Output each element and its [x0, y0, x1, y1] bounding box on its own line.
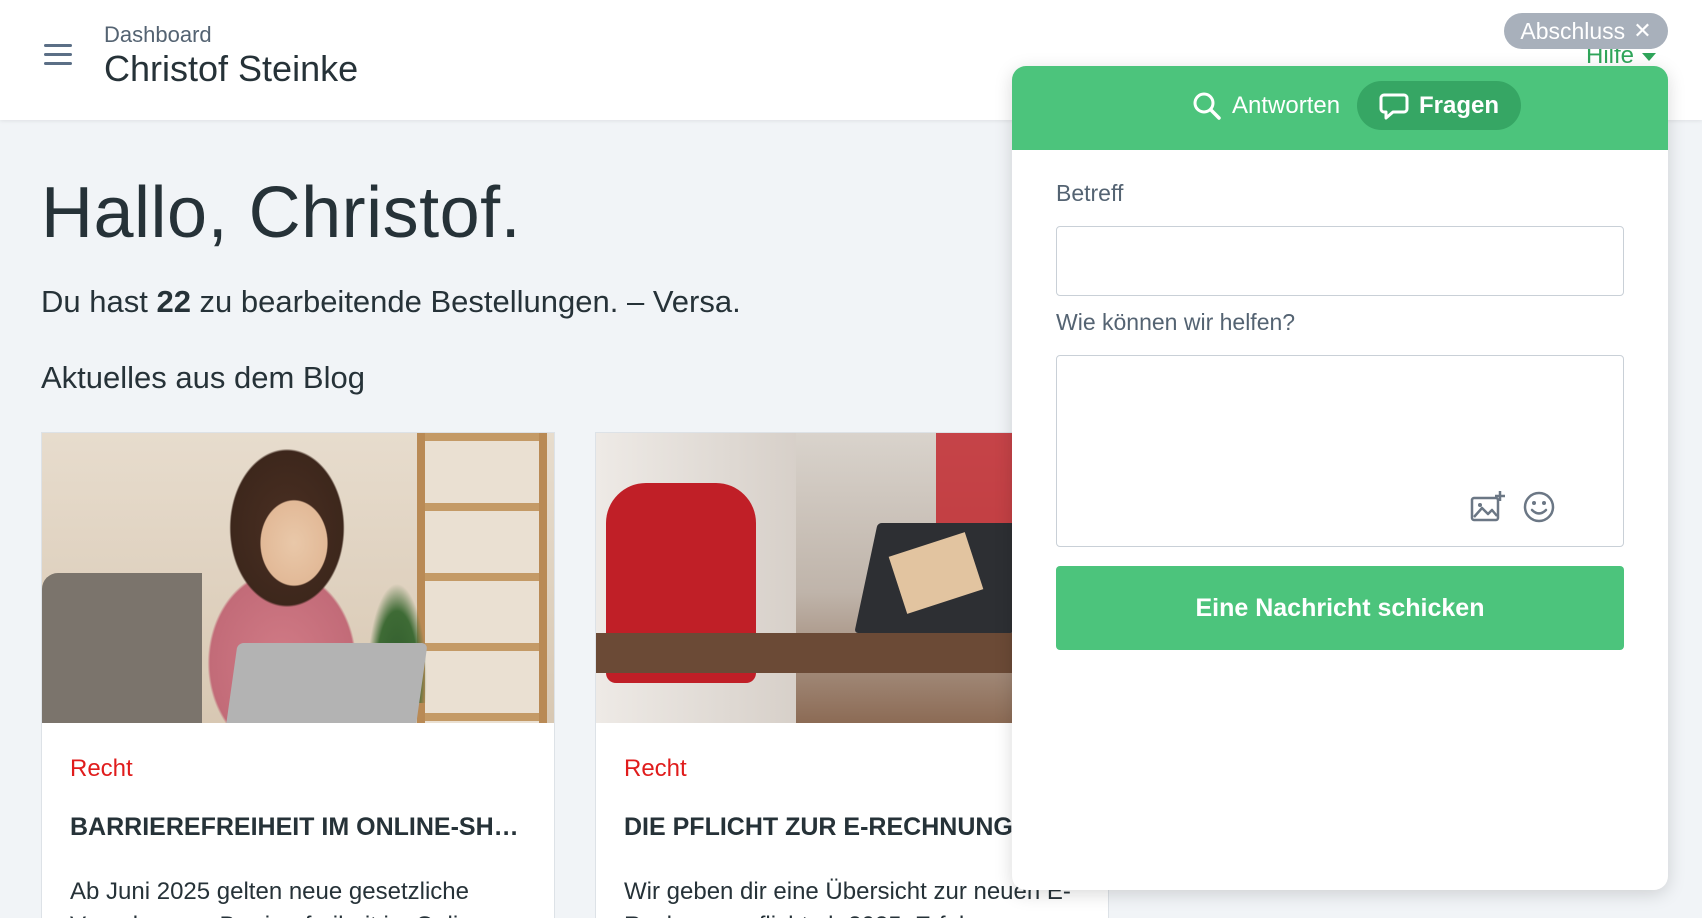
subject-input[interactable]: [1056, 226, 1624, 296]
tab-questions-label: Fragen: [1419, 91, 1500, 119]
close-button[interactable]: Abschluss ✕: [1504, 13, 1668, 49]
send-message-button[interactable]: Eine Nachricht schicken: [1056, 566, 1624, 650]
tab-questions[interactable]: Fragen: [1357, 81, 1522, 130]
close-icon: ✕: [1633, 18, 1652, 43]
tab-answers-label: Antworten: [1232, 91, 1341, 119]
excerpt-line: Vorgaben zur Barrierefreiheit im Onlin…: [70, 909, 496, 918]
chevron-down-icon: [1642, 52, 1657, 61]
orders-suffix: zu bearbeitende Bestellungen. – Versa.: [190, 284, 741, 319]
blog-card-excerpt: Ab Juni 2025 gelten neue gesetzliche Vor…: [70, 875, 496, 918]
message-label: Wie können wir helfen?: [1056, 309, 1296, 335]
blog-card[interactable]: Recht BARRIEREFREIHEIT IM ONLINE-SH… Ab …: [41, 432, 555, 918]
orders-count: 22: [156, 284, 191, 319]
greeting: Hallo, Christof.: [41, 173, 522, 253]
orders-summary: Du hast 22 zu bearbeitende Bestellungen.…: [41, 284, 741, 320]
search-icon: [1193, 92, 1221, 120]
menu-icon[interactable]: [44, 44, 72, 66]
help-panel-header: Antworten Fragen: [1012, 66, 1668, 150]
chat-bubble-icon: [1379, 93, 1409, 119]
blog-card-title[interactable]: BARRIEREFREIHEIT IM ONLINE-SH…: [70, 813, 519, 842]
emoji-icon[interactable]: [1522, 490, 1556, 524]
blog-card-category[interactable]: Recht: [624, 755, 687, 783]
help-panel: Antworten Fragen Betreff Wie können wir …: [1012, 66, 1668, 890]
subject-label: Betreff: [1056, 180, 1124, 206]
excerpt-line: Ab Juni 2025 gelten neue gesetzliche: [70, 878, 469, 905]
excerpt-line: Wir geben dir eine Übersicht zur neuen E…: [624, 878, 1071, 905]
excerpt-line: Rechnungspflicht ab 2025. Erfah…: [624, 909, 1071, 918]
blog-card-excerpt: Wir geben dir eine Übersicht zur neuen E…: [624, 875, 1071, 918]
image-sofa: [42, 573, 202, 723]
image-add-icon[interactable]: [1470, 490, 1506, 524]
image-shelf: [417, 433, 547, 723]
tab-answers[interactable]: Antworten: [1170, 81, 1362, 130]
blog-heading: Aktuelles aus dem Blog: [41, 360, 365, 395]
close-label: Abschluss: [1520, 17, 1626, 44]
image-laptop: [226, 643, 428, 723]
orders-prefix: Du hast: [41, 284, 157, 319]
blog-card-image: [42, 433, 554, 723]
page-title: Christof Steinke: [104, 48, 359, 89]
breadcrumb: Dashboard: [104, 22, 212, 47]
blog-card-title[interactable]: DIE PFLICHT ZUR E-RECHNUNG I: [624, 813, 1027, 842]
blog-card-category[interactable]: Recht: [70, 755, 133, 783]
